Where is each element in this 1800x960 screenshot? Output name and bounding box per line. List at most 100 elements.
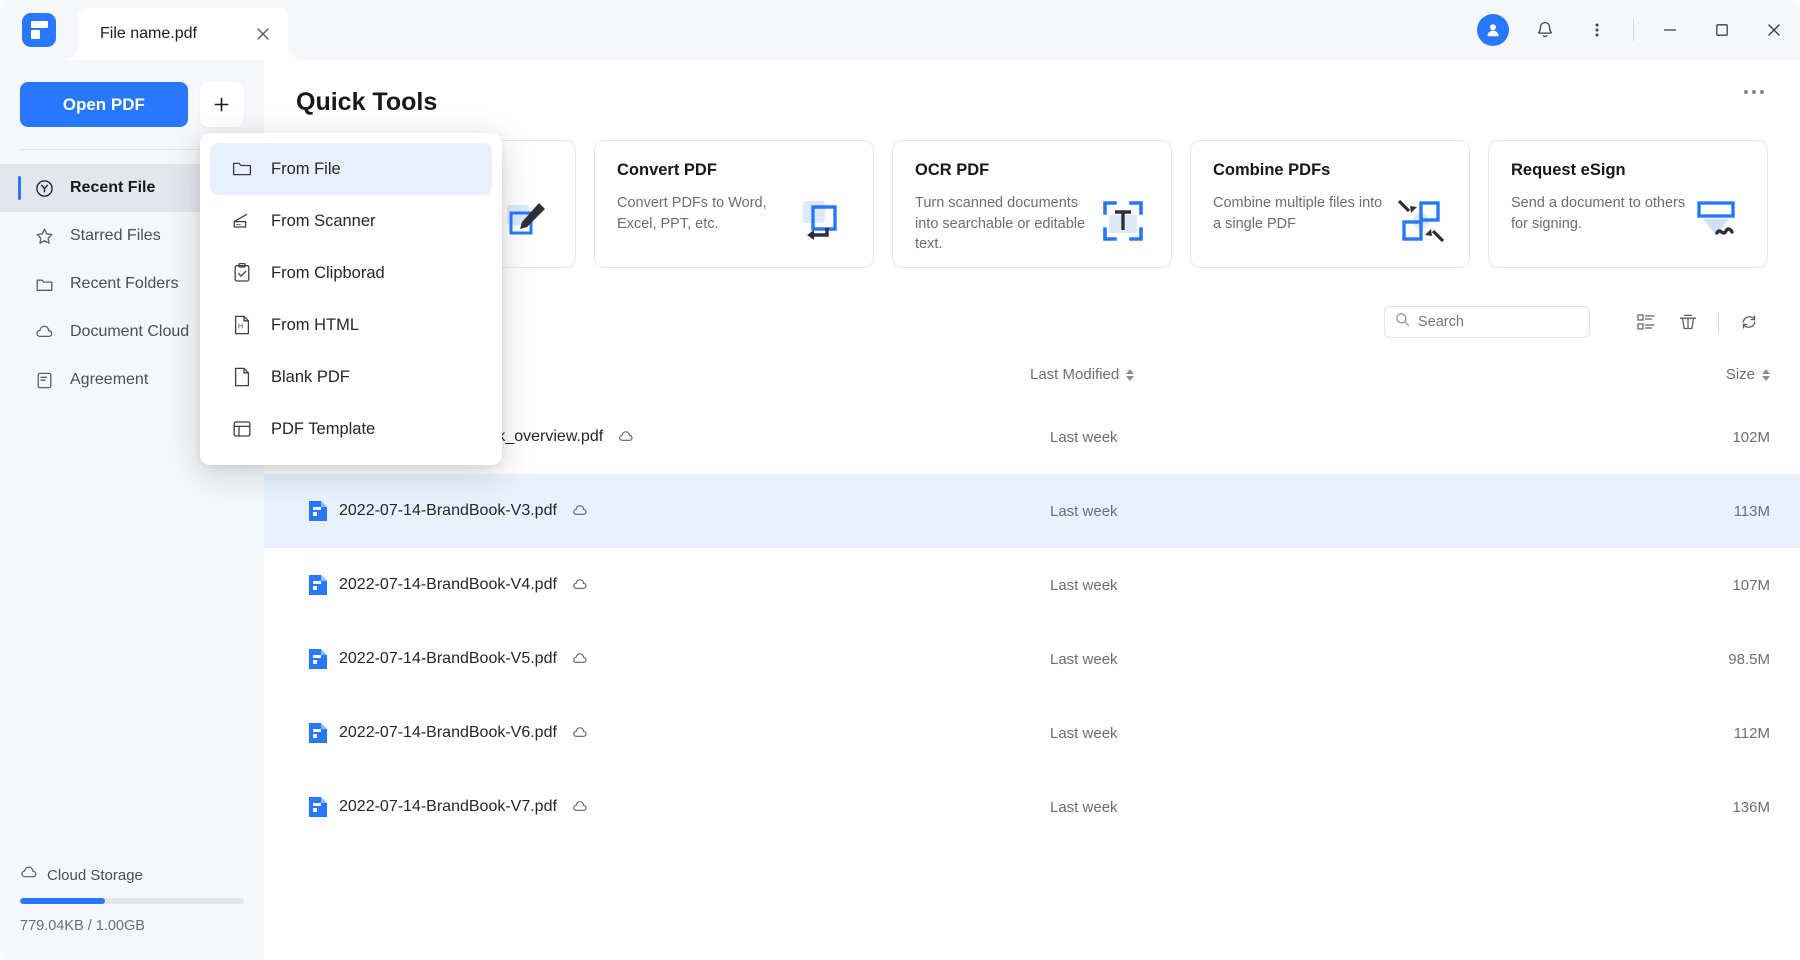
dropdown-item-from-html[interactable]: H From HTML — [210, 299, 492, 351]
toolbar-divider — [1633, 19, 1634, 41]
maximize-icon — [1716, 24, 1728, 36]
add-new-button[interactable] — [199, 82, 244, 127]
table-row[interactable]: 2022-07-14-BrandBook-V5.pdf Last week 98.5… — [264, 622, 1800, 696]
file-name-cell: 2022-07-14-BrandBook-V3.pdf — [308, 500, 588, 522]
agreement-icon — [34, 370, 55, 391]
pdf-file-icon — [309, 575, 327, 595]
sidebar-item-label: Document Cloud — [70, 323, 190, 340]
pdf-file-icon — [308, 500, 328, 522]
clock-icon — [34, 178, 55, 199]
list-view-toggle-button[interactable] — [1625, 306, 1667, 338]
file-modified: Last week — [1050, 724, 1118, 742]
table-row[interactable]: 2022-07-14-BrandBook-V7.pdf Last week 136M — [264, 770, 1800, 844]
cloud-sync-icon — [573, 505, 587, 515]
app-logo-icon — [22, 13, 56, 47]
esign-icon — [1693, 195, 1745, 247]
document-tab[interactable]: File name.pdf — [78, 8, 288, 60]
minimize-button[interactable] — [1644, 0, 1696, 60]
card-description: Send a document to others for signing. — [1511, 195, 1686, 232]
file-modified: Last week — [1050, 502, 1118, 520]
column-header-last-modified[interactable]: Last Modified — [1030, 366, 1135, 383]
file-name-cell: 2022-07-14-BrandBook-V4.pdf — [308, 574, 588, 596]
file-modified: Last week — [1050, 428, 1118, 446]
cloud-sync-icon — [572, 799, 588, 815]
table-row[interactable]: 2022-07-14-BrandBook-V4.pdf Last week 107M — [264, 548, 1800, 622]
dropdown-item-blank-pdf[interactable]: Blank PDF — [210, 351, 492, 403]
folder-icon — [34, 274, 55, 295]
file-name-cell: 2022-07-14-BrandBook-V5.pdf — [308, 648, 588, 670]
search-input[interactable] — [1418, 314, 1568, 330]
scanner-icon — [230, 210, 253, 233]
refresh-button[interactable] — [1728, 306, 1770, 338]
dropdown-item-from-file[interactable]: From File — [210, 143, 492, 195]
column-label: Size — [1725, 366, 1755, 383]
html-file-icon: H — [230, 314, 253, 337]
quick-tools-cards: Edit PDF Edit text and images. Convert P… — [296, 140, 1768, 268]
card-convert-pdf[interactable]: Convert PDF Convert PDFs to Word, Excel,… — [594, 140, 874, 268]
notifications-button[interactable] — [1519, 0, 1571, 60]
pdf-file-icon — [308, 574, 328, 596]
file-name-cell: 2022-07-14-BrandBook-V7.pdf — [308, 796, 588, 818]
sidebar-item-label: Recent File — [70, 179, 156, 196]
edit-pdf-icon — [501, 195, 553, 247]
file-size: 107M — [1732, 576, 1770, 594]
tab-close-icon[interactable] — [254, 25, 272, 43]
file-modified: Last week — [1050, 650, 1118, 668]
quick-tools-more-button[interactable] — [1744, 90, 1764, 94]
trash-button[interactable] — [1667, 306, 1709, 338]
bell-icon — [1538, 21, 1552, 38]
cloud-sync-icon — [572, 577, 588, 593]
combine-pdf-icon — [1395, 195, 1447, 247]
template-icon — [230, 418, 253, 441]
minimize-icon — [1664, 29, 1676, 31]
close-icon — [1768, 24, 1780, 36]
cloud-storage-title-row: Cloud Storage — [20, 864, 244, 886]
column-label: Last Modified — [1030, 366, 1120, 383]
dropdown-item-label: Blank PDF — [271, 367, 350, 386]
table-row[interactable]: 2022-07-14-BrandBook-V3.pdf Last week 113M — [264, 474, 1800, 548]
cloud-sync-icon — [573, 727, 587, 737]
pdf-file-icon — [308, 648, 328, 670]
table-row[interactable]: 2022-07-14-BrandBook-V6.pdf Last week 112M — [264, 696, 1800, 770]
more-menu-button[interactable] — [1571, 0, 1623, 60]
pdf-file-icon — [309, 649, 327, 669]
dropdown-item-pdf-template[interactable]: PDF Template — [210, 403, 492, 455]
window-close-button[interactable] — [1748, 0, 1800, 60]
user-avatar-button[interactable] — [1467, 0, 1519, 60]
card-title: Convert PDF — [617, 161, 717, 179]
application-window: File name.pdf Open PDF Recent File Starr… — [0, 0, 1800, 960]
pdf-file-icon — [309, 501, 327, 521]
search-box[interactable] — [1384, 306, 1590, 338]
pdf-file-icon — [309, 797, 327, 817]
star-icon — [34, 226, 55, 247]
dropdown-item-from-scanner[interactable]: From Scanner — [210, 195, 492, 247]
dropdown-item-from-clipboard[interactable]: From Clipborad — [210, 247, 492, 299]
convert-pdf-icon — [799, 195, 851, 247]
open-pdf-button[interactable]: Open PDF — [20, 82, 188, 127]
cloud-sync-icon — [619, 431, 633, 441]
pdf-file-icon — [308, 722, 328, 744]
dropdown-item-label: From Clipborad — [271, 263, 385, 282]
card-title: OCR PDF — [915, 161, 990, 179]
cloud-sync-icon — [618, 429, 634, 445]
column-header-size[interactable]: Size — [1726, 366, 1770, 383]
dropdown-item-label: From File — [271, 159, 341, 178]
cloud-storage-usage: 779.04KB / 1.00GB — [20, 918, 145, 934]
sidebar-actions: Open PDF — [0, 60, 264, 127]
plus-icon — [214, 97, 229, 112]
cloud-storage-progress — [20, 898, 244, 904]
maximize-button[interactable] — [1696, 0, 1748, 60]
card-request-esign[interactable]: Request eSign Send a document to others … — [1488, 140, 1768, 268]
cloud-sync-icon — [572, 651, 588, 667]
page-title: Quick Tools — [296, 88, 438, 116]
cloud-icon — [20, 864, 38, 886]
card-title: Request eSign — [1511, 161, 1626, 179]
card-combine-pdfs[interactable]: Combine PDFs Combine multiple files into… — [1190, 140, 1470, 268]
dropdown-item-label: PDF Template — [271, 419, 376, 438]
card-title: Combine PDFs — [1213, 161, 1331, 179]
ocr-pdf-icon — [1097, 195, 1149, 247]
file-name-cell: 2022-07-14-BrandBook-V6.pdf — [308, 722, 588, 744]
card-description: Turn scanned documents into searchable o… — [915, 195, 1086, 253]
card-description: Convert PDFs to Word, Excel, PPT, etc. — [617, 195, 767, 232]
card-ocr-pdf[interactable]: OCR PDF Turn scanned documents into sear… — [892, 140, 1172, 268]
